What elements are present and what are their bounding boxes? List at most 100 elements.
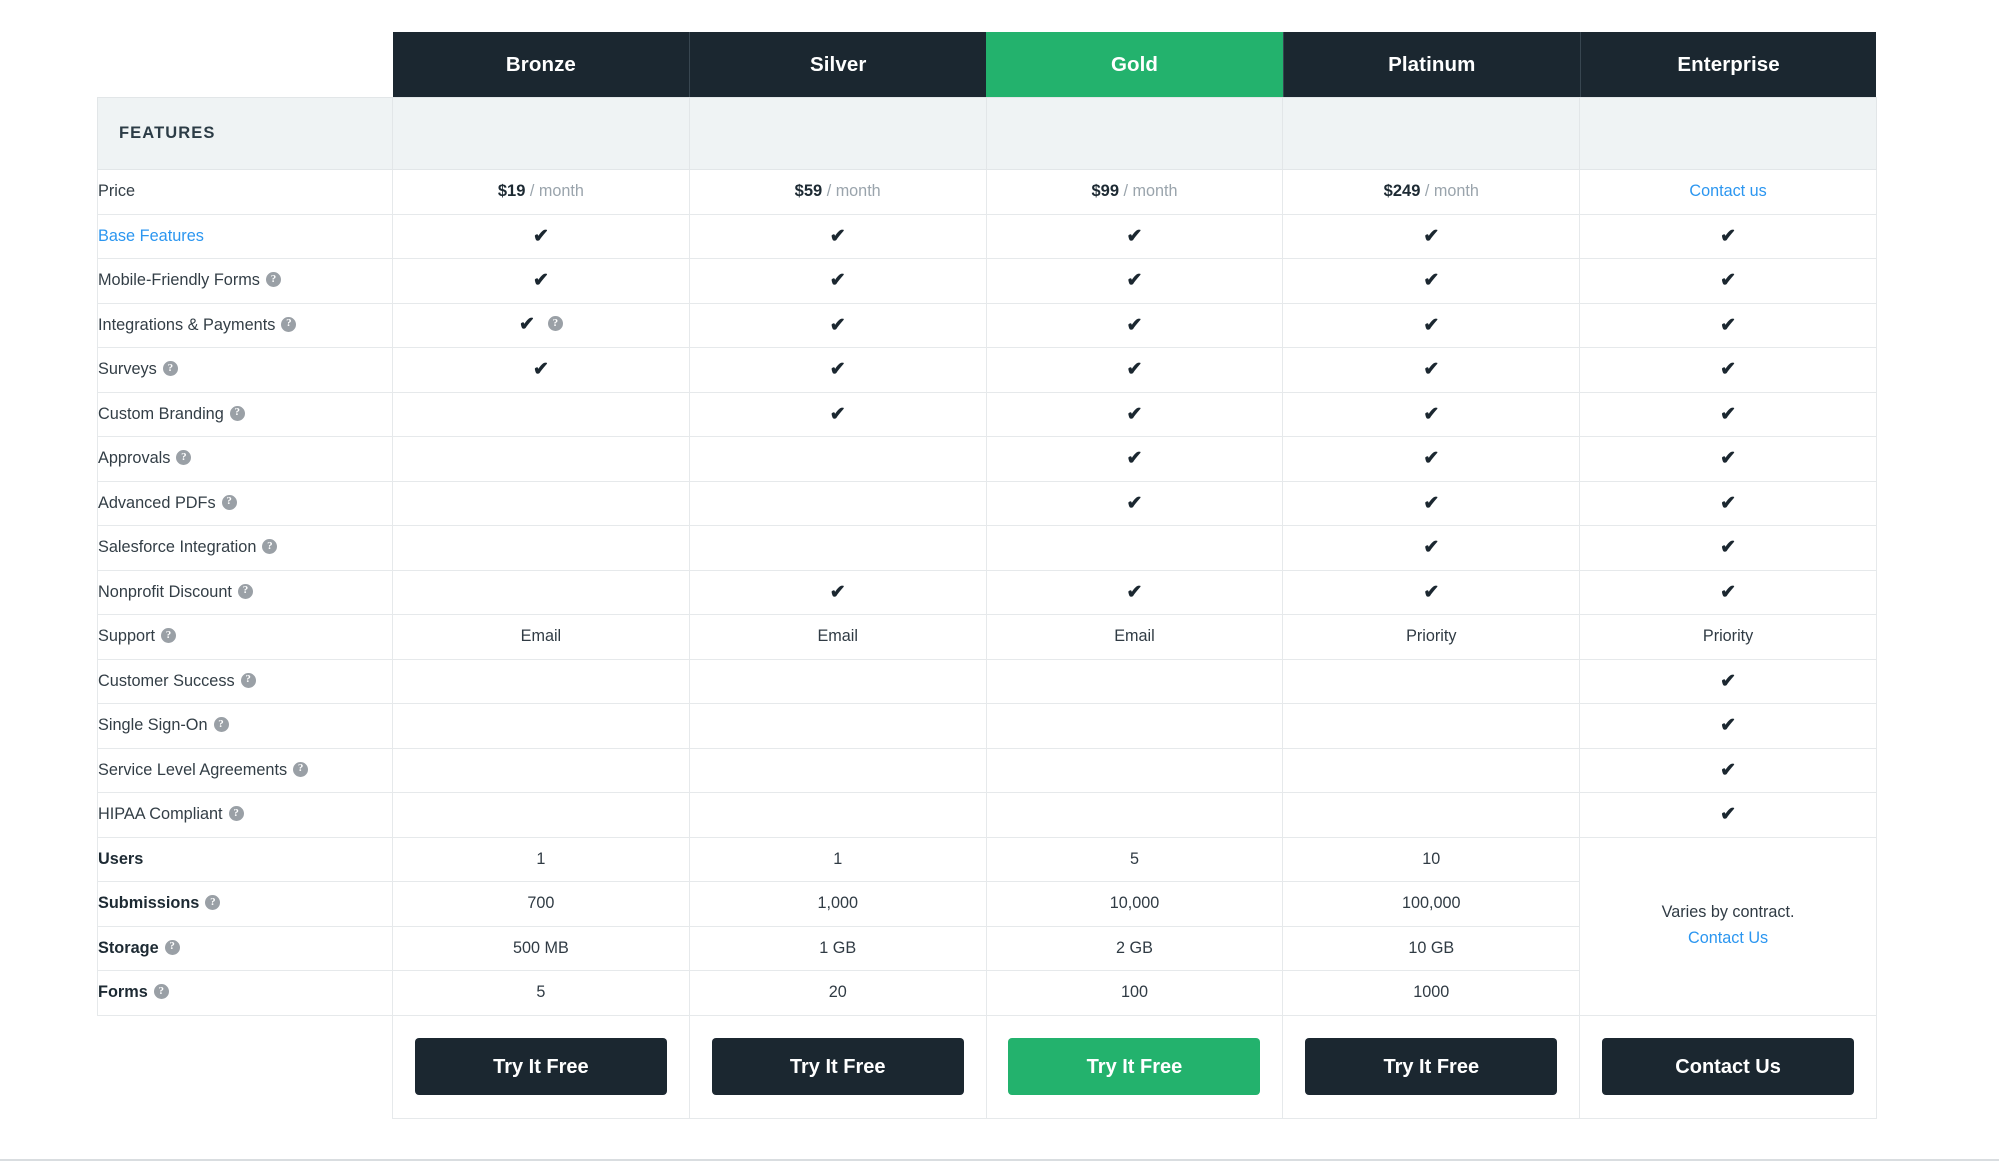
cell-enterprise: ✔ [1579, 481, 1877, 526]
plan-header-silver[interactable]: Silver [689, 32, 987, 98]
cell-bronze: 500 MB [392, 926, 690, 971]
feature-label-custom-branding: Custom Branding? [97, 392, 393, 437]
help-icon[interactable]: ? [221, 494, 237, 510]
cell-gold: ✔ [985, 436, 1284, 482]
cell-bronze [392, 792, 690, 838]
feature-row: Integrations & Payments? ✔? ✔ ✔ ✔ ✔ [97, 303, 1877, 348]
price-cell-gold: $99 / month [985, 169, 1284, 215]
check-icon: ✔ [1126, 448, 1143, 470]
check-icon: ✔ [1423, 448, 1440, 470]
features-band-spacer [688, 97, 987, 170]
price-row-label: Price [97, 169, 393, 215]
cell-gold: ✔ [985, 570, 1284, 615]
cta-button-platinum[interactable]: Try It Free [1305, 1038, 1558, 1095]
help-icon[interactable]: ? [164, 939, 180, 955]
check-icon: ✔ [1720, 537, 1737, 559]
price-cell-platinum: $249 / month [1282, 169, 1581, 215]
cell-gold: ✔ [985, 214, 1284, 259]
check-icon: ✔ [1126, 225, 1143, 247]
help-icon[interactable]: ? [265, 272, 281, 288]
features-band-label: FEATURES [97, 97, 393, 170]
cell-gold: ✔ [985, 392, 1284, 437]
price-period: / month [1424, 182, 1479, 201]
cta-button-silver[interactable]: Try It Free [711, 1038, 964, 1095]
help-icon[interactable]: ? [281, 316, 297, 332]
plan-header-row: Bronze Silver Gold Platinum Enterprise [98, 32, 1877, 98]
cell-bronze [392, 481, 690, 526]
cell-gold: ✔ [985, 347, 1284, 393]
features-band-spacer [392, 97, 690, 170]
help-icon[interactable]: ? [237, 583, 253, 599]
check-icon: ✔ [1126, 314, 1143, 336]
feature-label-customer-success: Customer Success? [97, 659, 393, 704]
check-icon: ✔ [1423, 225, 1440, 247]
cta-button-enterprise[interactable]: Contact Us [1602, 1038, 1855, 1095]
help-icon[interactable]: ? [262, 539, 278, 555]
check-icon: ✔ [1720, 448, 1737, 470]
cell-bronze [392, 570, 690, 615]
cell-platinum: ✔ [1282, 525, 1581, 571]
cta-cell-enterprise: Contact Us [1579, 1015, 1877, 1119]
help-icon[interactable]: ? [240, 672, 256, 688]
cell-bronze: ✔? [392, 303, 690, 348]
plan-header-gold[interactable]: Gold [986, 32, 1283, 98]
cell-platinum: ✔ [1282, 214, 1581, 259]
check-icon: ✔ [1720, 581, 1737, 603]
cell-enterprise: Priority [1579, 614, 1877, 660]
feature-label-submissions: Submissions? [97, 881, 393, 927]
check-icon: ✔ [829, 225, 846, 247]
help-icon[interactable]: ? [547, 316, 563, 332]
help-icon[interactable]: ? [205, 895, 221, 911]
cell-bronze: ✔ [392, 214, 690, 259]
plan-header-platinum[interactable]: Platinum [1282, 32, 1580, 98]
plan-header-enterprise[interactable]: Enterprise [1579, 32, 1877, 98]
cell-silver: 20 [688, 970, 987, 1016]
help-icon[interactable]: ? [213, 717, 229, 733]
plan-header-bronze-label: Bronze [392, 32, 690, 97]
pricing-table-body: FEATURES Price $19 / month $59 / month $99 /… [97, 97, 1877, 1119]
cell-platinum: 10 GB [1282, 926, 1581, 971]
cta-button-gold[interactable]: Try It Free [1008, 1038, 1261, 1095]
help-icon[interactable]: ? [161, 628, 177, 644]
help-icon[interactable]: ? [229, 405, 245, 421]
cell-bronze [392, 436, 690, 482]
check-icon: ✔ [1126, 581, 1143, 603]
price-amount: $249 [1383, 182, 1421, 201]
help-icon[interactable]: ? [228, 806, 244, 822]
check-icon: ✔ [1720, 492, 1737, 514]
cell-enterprise: ✔ [1579, 703, 1877, 749]
feature-row: HIPAA Compliant? ✔ [97, 792, 1877, 838]
enterprise-varies-cell: Varies by contract. Contact Us [1579, 837, 1877, 1016]
header-spacer [98, 32, 393, 98]
cta-cell-bronze: Try It Free [392, 1015, 690, 1119]
cell-gold [985, 659, 1284, 704]
cell-platinum: ✔ [1282, 303, 1581, 348]
help-icon[interactable]: ? [162, 361, 178, 377]
feature-label-base-features[interactable]: Base Features [97, 214, 393, 259]
check-icon: ✔ [1720, 670, 1737, 692]
help-icon[interactable]: ? [153, 984, 169, 1000]
feature-label-service-level-agreements: Service Level Agreements? [97, 748, 393, 793]
price-contact-link[interactable]: Contact us [1689, 182, 1766, 200]
cell-enterprise: ✔ [1579, 525, 1877, 571]
check-icon: ✔ [1720, 314, 1737, 336]
cta-button-bronze[interactable]: Try It Free [414, 1038, 667, 1095]
plan-header-bronze[interactable]: Bronze [392, 32, 690, 98]
cell-silver: 1 GB [688, 926, 987, 971]
enterprise-contact-link[interactable]: Contact Us [1580, 926, 1876, 952]
cell-platinum: ✔ [1282, 258, 1581, 304]
help-icon[interactable]: ? [293, 761, 309, 777]
feature-row: Advanced PDFs? ✔ ✔ ✔ [97, 481, 1877, 526]
feature-label-users: Users [97, 837, 393, 882]
enterprise-varies-text: Varies by contract. [1661, 903, 1795, 922]
check-icon: ✔ [1126, 492, 1143, 514]
cell-platinum: ✔ [1282, 436, 1581, 482]
feature-label-approvals: Approvals? [97, 436, 393, 482]
cell-platinum: 100,000 [1282, 881, 1581, 927]
cell-gold: 5 [985, 837, 1284, 882]
cell-silver [688, 703, 987, 749]
cell-platinum: 10 [1282, 837, 1581, 882]
help-icon[interactable]: ? [176, 450, 192, 466]
check-icon: ✔ [532, 225, 549, 247]
cta-spacer [97, 1015, 393, 1118]
